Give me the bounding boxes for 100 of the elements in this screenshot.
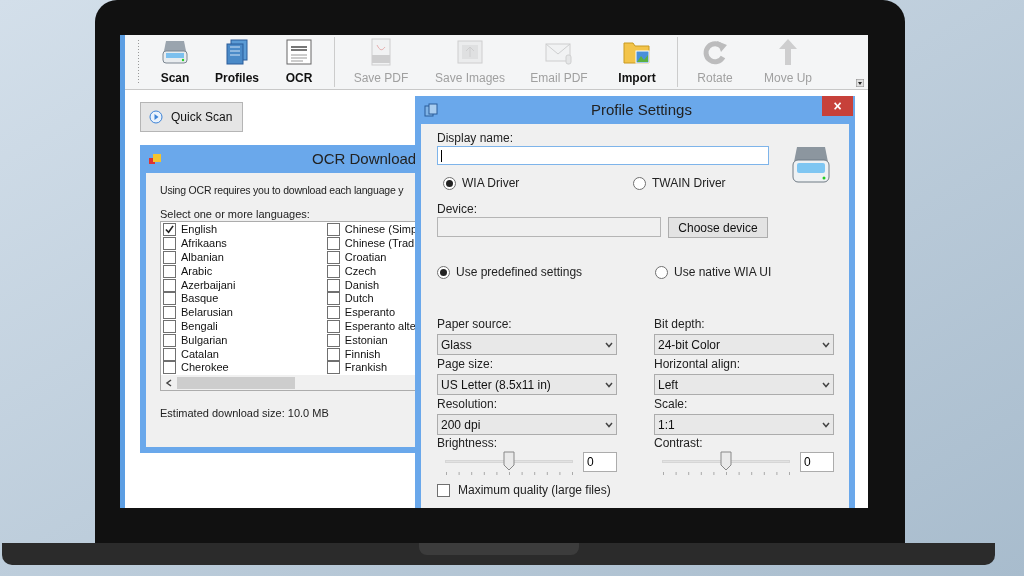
radio-label: WIA Driver [462, 175, 520, 192]
language-label: Catalan [181, 347, 219, 361]
checkbox[interactable] [326, 223, 340, 237]
field-label: Page size: [437, 356, 495, 373]
checkbox[interactable] [437, 483, 450, 497]
checkbox[interactable] [163, 278, 176, 292]
display-name-field[interactable] [437, 146, 769, 165]
radio-label: Use native WIA UI [674, 264, 772, 281]
language-label: Dutch [344, 292, 374, 306]
language-label: English [181, 223, 218, 237]
radio-button[interactable] [655, 265, 668, 279]
tick-marks-icon [445, 471, 573, 477]
field-label: Bit depth: [654, 316, 706, 333]
language-label: Basque [181, 292, 219, 306]
device-field[interactable] [437, 217, 661, 237]
chevron-down-icon [605, 341, 613, 348]
number-field[interactable]: 0 [800, 452, 834, 472]
window-icon [424, 103, 438, 117]
language-label: Bengali [181, 319, 218, 333]
checkbox[interactable] [163, 223, 176, 237]
radio-button[interactable] [633, 176, 646, 190]
language-label: Esperanto [344, 306, 395, 320]
field-label: Contrast: [654, 435, 704, 451]
play-icon [149, 110, 163, 124]
checkbox[interactable] [163, 319, 176, 333]
checkbox[interactable] [326, 319, 340, 333]
checkbox[interactable] [326, 347, 340, 361]
chevron-down-icon [605, 381, 613, 388]
language-label: Finnish [344, 347, 381, 361]
checkbox[interactable] [163, 251, 176, 264]
field-label: Brightness: [437, 435, 499, 451]
language-label: Chinese (Trad [344, 237, 415, 251]
checkbox[interactable] [163, 292, 176, 306]
toolbar-button[interactable]: Scan [144, 37, 206, 87]
language-label: Cherokee [181, 361, 229, 375]
language-label: Azerbaijani [181, 278, 236, 292]
scroll-left-icon[interactable] [165, 378, 173, 387]
checkbox[interactable] [163, 306, 176, 320]
field-label: Scale: [654, 396, 689, 413]
checkbox[interactable] [326, 278, 340, 292]
field-label: Resolution: [437, 396, 499, 413]
number-field[interactable]: 0 [583, 452, 617, 472]
toolbar-button[interactable]: OCR [268, 37, 330, 87]
dropdown[interactable]: Glass [437, 334, 617, 355]
slider-thumb[interactable] [503, 451, 515, 471]
window-title: OCR Download [312, 148, 417, 169]
toolbar-grip-icon[interactable] [137, 40, 140, 84]
language-label: Croatian [344, 251, 387, 264]
radio-button[interactable] [437, 265, 450, 279]
toolbar-button[interactable]: Import [601, 37, 673, 87]
dropdown[interactable]: US Letter (8.5x11 in) [437, 374, 617, 395]
choose-device-button[interactable]: Choose device [668, 217, 768, 238]
checkbox[interactable] [326, 306, 340, 320]
field-label: Paper source: [437, 316, 513, 333]
language-label: Arabic [181, 264, 213, 278]
slider[interactable] [662, 451, 790, 477]
dropdown[interactable]: Left [654, 374, 834, 395]
checkbox[interactable] [163, 347, 176, 361]
checkbox[interactable] [163, 264, 176, 278]
chevron-down-icon [822, 341, 830, 348]
tick-marks-icon [662, 471, 790, 477]
checkbox[interactable] [163, 361, 176, 375]
checkbox[interactable] [326, 251, 340, 264]
checkbox[interactable] [326, 237, 340, 251]
language-label: Estonian [344, 333, 388, 347]
window-icon [148, 152, 162, 166]
language-label: Belarusian [181, 306, 233, 320]
download-size-text: Estimated download size: 10.0 MB [160, 406, 329, 421]
prompt-text: Select one or more languages: [160, 207, 311, 221]
language-label: Czech [344, 264, 377, 278]
toolbar-button[interactable]: Profiles [206, 37, 268, 87]
slider[interactable] [445, 451, 573, 477]
checkbox[interactable] [326, 333, 340, 347]
intro-text: Using OCR requires you to download each language y [160, 183, 405, 198]
dropdown[interactable]: 24-bit Color [654, 334, 834, 355]
image-icon [455, 37, 485, 67]
checkbox-label: Maximum quality (large files) [458, 482, 611, 499]
close-button[interactable]: × [822, 96, 853, 116]
language-label: Esperanto alte [344, 319, 416, 333]
checkbox[interactable] [326, 292, 340, 306]
radio-label: TWAIN Driver [652, 175, 726, 192]
quick-scan-button[interactable]: Quick Scan [140, 102, 243, 132]
checkbox[interactable] [163, 237, 176, 251]
field-label: Horizontal align: [654, 356, 742, 373]
checkbox[interactable] [326, 361, 340, 375]
field-label: Display name: [437, 130, 515, 146]
horizontal-scrollbar[interactable] [161, 375, 417, 390]
radio-button[interactable] [443, 176, 456, 190]
slider-thumb[interactable] [720, 451, 732, 471]
radio-label: Use predefined settings [456, 264, 583, 281]
language-label: Danish [344, 278, 380, 292]
chevron-down-icon [605, 421, 613, 428]
dropdown[interactable]: 200 dpi [437, 414, 617, 435]
dropdown[interactable]: 1:1 [654, 414, 834, 435]
dropdown-arrow-icon[interactable] [856, 79, 864, 87]
language-label: Albanian [181, 251, 224, 264]
checkbox[interactable] [326, 264, 340, 278]
checkbox[interactable] [163, 333, 176, 347]
chevron-down-icon [822, 381, 830, 388]
window-title: Profile Settings [591, 99, 692, 120]
